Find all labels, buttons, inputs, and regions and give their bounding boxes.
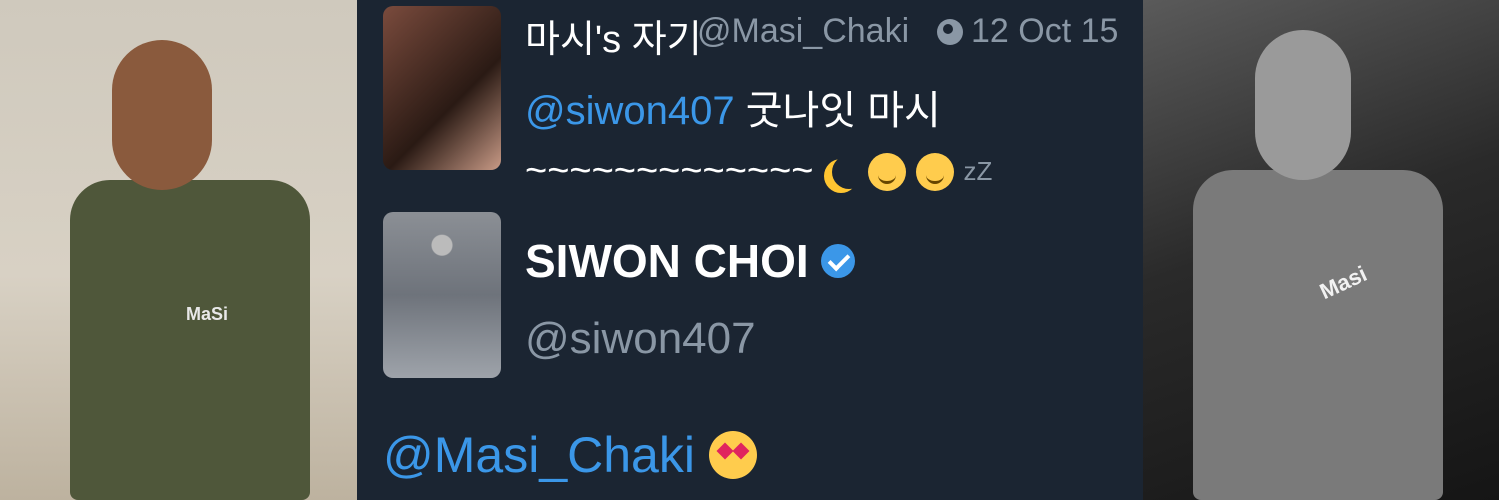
- avatar-masi-chaki[interactable]: [383, 6, 501, 170]
- person-head-left: [112, 40, 212, 190]
- tweet1-timestamp[interactable]: 12 Oct 15: [937, 12, 1118, 51]
- sleeping-face-icon: [915, 152, 954, 191]
- tweet1-body: 굿나잇 마시: [734, 89, 941, 133]
- tweet1-text: @siwon407 굿나잇 마시: [525, 78, 941, 136]
- avatar-siwon-choi[interactable]: [383, 212, 501, 378]
- tweet1-time-text: 12 Oct 15: [971, 12, 1119, 50]
- tweet1-display-name[interactable]: 마시's 자기: [525, 8, 702, 63]
- siwon-name-text: SIWON CHOI: [525, 235, 809, 287]
- globe-icon: [937, 18, 963, 45]
- tweet1-handle[interactable]: @Masi_Chaki: [697, 12, 909, 51]
- person-head-right: [1255, 30, 1351, 180]
- moon-icon: [832, 155, 866, 189]
- person-figure-left: [70, 180, 310, 500]
- reply-mention-link[interactable]: @Masi_Chaki: [383, 426, 695, 484]
- left-photo: MaSi: [0, 0, 357, 500]
- relieved-face-icon: [867, 152, 906, 191]
- tweet1-mention-link[interactable]: @siwon407: [525, 89, 735, 133]
- tweet-panel: 마시's 자기 @Masi_Chaki 12 Oct 15 @siwon407 …: [357, 0, 1143, 500]
- tweet2-handle[interactable]: @siwon407: [525, 314, 756, 364]
- shirt-logo-left: MaSi: [186, 304, 229, 324]
- reply-line: @Masi_Chaki: [383, 426, 757, 484]
- sleep-z-text: zZ: [963, 156, 993, 186]
- right-photo: Masi: [1143, 0, 1499, 500]
- tweet2-display-name[interactable]: SIWON CHOI: [525, 234, 855, 288]
- tilde-text: ~~~~~~~~~~~~~: [525, 150, 814, 192]
- tweet1-emoji-line: ~~~~~~~~~~~~~ zZ: [525, 150, 992, 193]
- heart-eyes-icon: [708, 431, 757, 479]
- person-figure-right: [1193, 170, 1443, 500]
- verified-icon: [820, 244, 855, 278]
